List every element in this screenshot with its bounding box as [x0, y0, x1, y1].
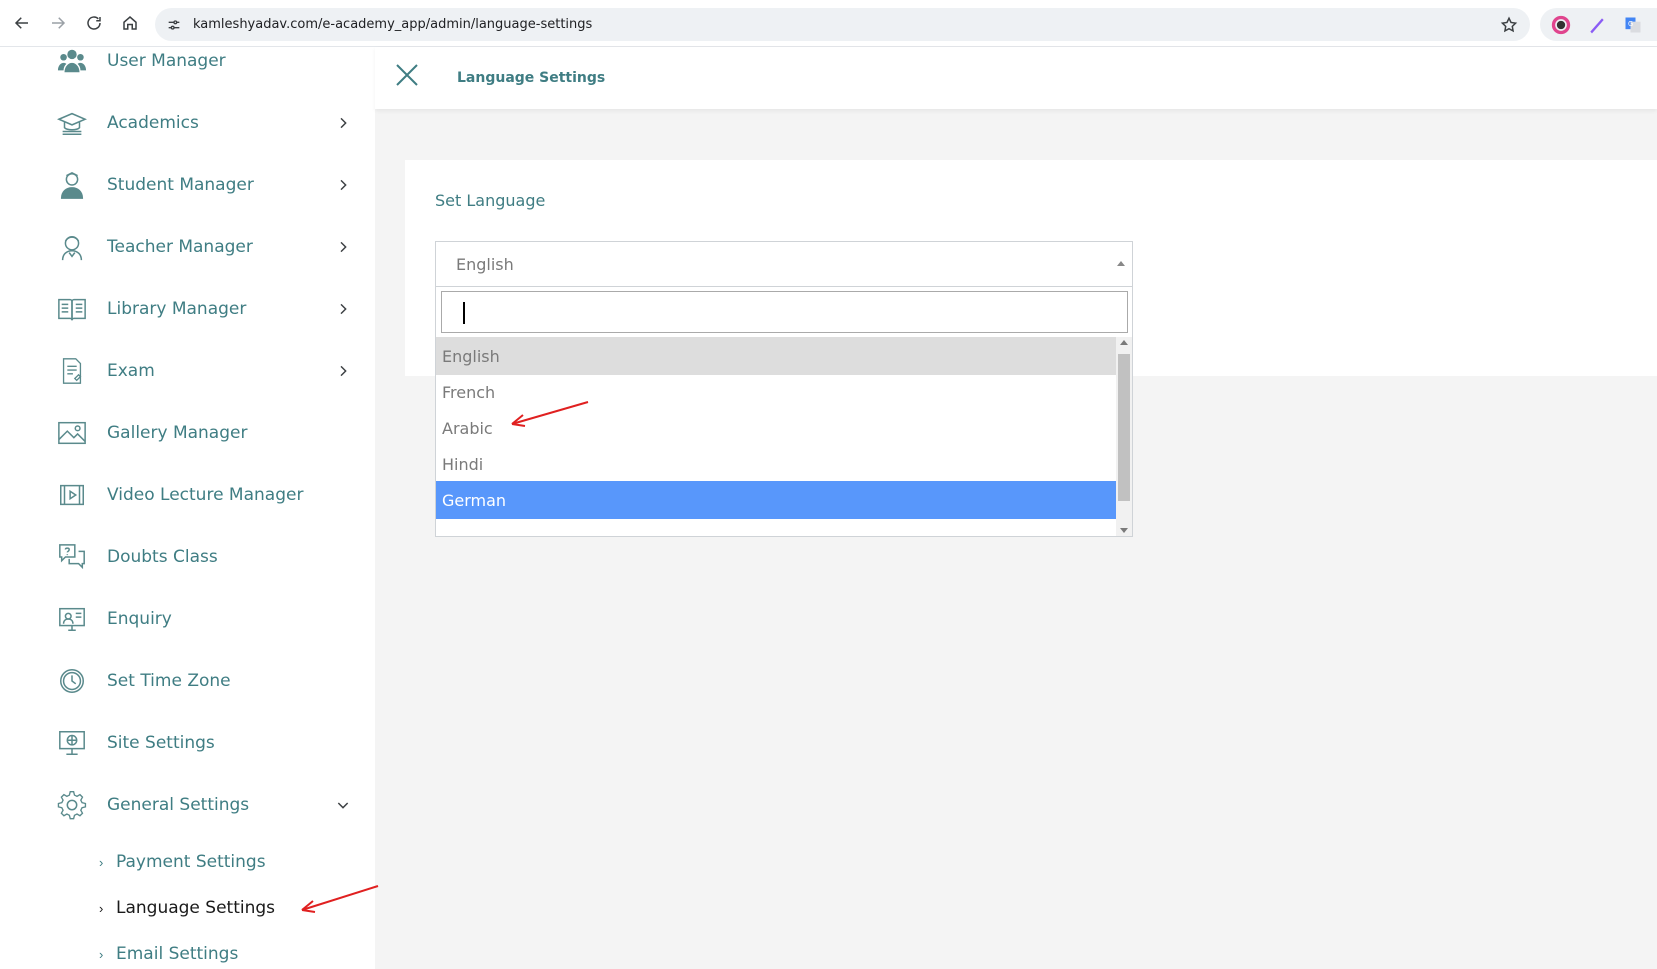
- reload-icon[interactable]: [76, 5, 112, 41]
- graduation-cap-icon: [56, 107, 88, 139]
- sidebar-subitem-label: Payment Settings: [116, 852, 266, 872]
- chat-question-icon: [56, 541, 88, 573]
- language-select[interactable]: English: [435, 241, 1133, 286]
- sidebar-item-label: Enquiry: [107, 609, 172, 629]
- chevron-right-icon: [334, 238, 352, 256]
- bookmark-star-icon[interactable]: [1498, 14, 1520, 36]
- address-bar[interactable]: kamleshyadav.com/e-academy_app/admin/lan…: [155, 8, 1530, 41]
- chevron-right-icon: ›: [99, 854, 104, 870]
- sidebar-item-library-manager[interactable]: Library Manager: [0, 283, 375, 335]
- sidebar-subitem-payment-settings[interactable]: › Payment Settings: [0, 844, 375, 880]
- option-french[interactable]: French: [436, 373, 1117, 411]
- sidebar-subitem-email-settings[interactable]: › Email Settings: [0, 936, 375, 969]
- sidebar-item-label: Teacher Manager: [107, 237, 253, 257]
- scrollbar-thumb[interactable]: [1118, 354, 1130, 501]
- scroll-down-icon[interactable]: [1120, 528, 1128, 533]
- extensions-area: G: [1540, 8, 1657, 41]
- chevron-right-icon: ›: [99, 900, 104, 916]
- sidebar-item-label: Academics: [107, 113, 199, 133]
- home-icon[interactable]: [112, 5, 148, 41]
- forward-arrow-icon[interactable]: [40, 5, 76, 41]
- student-icon: [56, 169, 88, 201]
- sidebar-item-label: Set Time Zone: [107, 671, 231, 691]
- page-header: Language Settings: [375, 47, 1657, 109]
- sidebar-item-label: Gallery Manager: [107, 423, 248, 443]
- image-icon: [56, 417, 88, 449]
- options-list: English French Arabic Hindi German: [436, 337, 1117, 537]
- sidebar-item-set-time-zone[interactable]: Set Time Zone: [0, 655, 375, 707]
- sidebar-subitem-language-settings[interactable]: › Language Settings: [0, 890, 375, 926]
- sidebar-item-academics[interactable]: Academics: [0, 97, 375, 149]
- chevron-right-icon: [334, 176, 352, 194]
- sidebar-item-doubts-class[interactable]: Doubts Class: [0, 531, 375, 583]
- sidebar: User Manager Academics Student Manager T…: [0, 47, 375, 969]
- close-icon[interactable]: [392, 60, 422, 90]
- chevron-right-icon: ›: [99, 946, 104, 962]
- exam-sheet-icon: [56, 355, 88, 387]
- monitor-globe-icon: [56, 727, 88, 759]
- sidebar-item-label: General Settings: [107, 795, 250, 815]
- sidebar-item-site-settings[interactable]: Site Settings: [0, 717, 375, 769]
- caret-up-icon: [1117, 261, 1125, 266]
- pen-extension-icon[interactable]: [1582, 10, 1612, 40]
- teacher-icon: [56, 231, 88, 263]
- language-dropdown: English French Arabic Hindi German: [435, 286, 1133, 537]
- sidebar-item-label: Student Manager: [107, 175, 254, 195]
- sidebar-subitem-label: Language Settings: [116, 898, 276, 918]
- translate-extension-icon[interactable]: G: [1618, 10, 1648, 40]
- sidebar-subitem-label: Email Settings: [116, 944, 239, 964]
- users-icon: [56, 47, 88, 77]
- chevron-down-icon: [334, 796, 352, 814]
- sidebar-item-gallery-manager[interactable]: Gallery Manager: [0, 407, 375, 459]
- page-title: Language Settings: [457, 70, 606, 86]
- site-info-icon[interactable]: [159, 10, 189, 40]
- sidebar-item-label: Doubts Class: [107, 547, 218, 567]
- option-hindi[interactable]: Hindi: [436, 445, 1117, 483]
- sidebar-item-user-manager[interactable]: User Manager: [0, 47, 375, 87]
- color-picker-extension-icon[interactable]: [1546, 10, 1576, 40]
- dropdown-scrollbar[interactable]: [1116, 337, 1132, 536]
- sidebar-item-teacher-manager[interactable]: Teacher Manager: [0, 221, 375, 273]
- book-icon: [56, 293, 88, 325]
- chevron-right-icon: [334, 300, 352, 318]
- url-text[interactable]: kamleshyadav.com/e-academy_app/admin/lan…: [193, 17, 592, 32]
- option-german[interactable]: German: [436, 481, 1117, 519]
- gear-icon: [56, 789, 88, 821]
- option-arabic[interactable]: Arabic: [436, 409, 1117, 447]
- back-arrow-icon[interactable]: [4, 5, 40, 41]
- sidebar-item-label: Video Lecture Manager: [107, 485, 304, 505]
- sidebar-item-exam[interactable]: Exam: [0, 345, 375, 397]
- dropdown-search-input[interactable]: [441, 291, 1128, 333]
- svg-text:G: G: [1628, 19, 1633, 27]
- scroll-up-icon[interactable]: [1120, 340, 1128, 345]
- text-cursor: [463, 302, 465, 324]
- option-english[interactable]: English: [436, 337, 1117, 375]
- browser-toolbar: kamleshyadav.com/e-academy_app/admin/lan…: [0, 0, 1657, 47]
- clock-icon: [56, 665, 88, 697]
- sidebar-item-label: Site Settings: [107, 733, 215, 753]
- select-value: English: [456, 255, 514, 274]
- chevron-right-icon: [334, 362, 352, 380]
- sidebar-item-video-lecture-manager[interactable]: Video Lecture Manager: [0, 469, 375, 521]
- sidebar-item-general-settings[interactable]: General Settings: [0, 779, 375, 831]
- video-icon: [56, 479, 88, 511]
- sidebar-item-enquiry[interactable]: Enquiry: [0, 593, 375, 645]
- sidebar-item-label: Library Manager: [107, 299, 247, 319]
- enquiry-icon: [56, 603, 88, 635]
- sidebar-item-label: Exam: [107, 361, 155, 381]
- chevron-right-icon: [334, 114, 352, 132]
- card-title: Set Language: [435, 191, 546, 210]
- sidebar-item-label: User Manager: [107, 51, 226, 71]
- sidebar-item-student-manager[interactable]: Student Manager: [0, 159, 375, 211]
